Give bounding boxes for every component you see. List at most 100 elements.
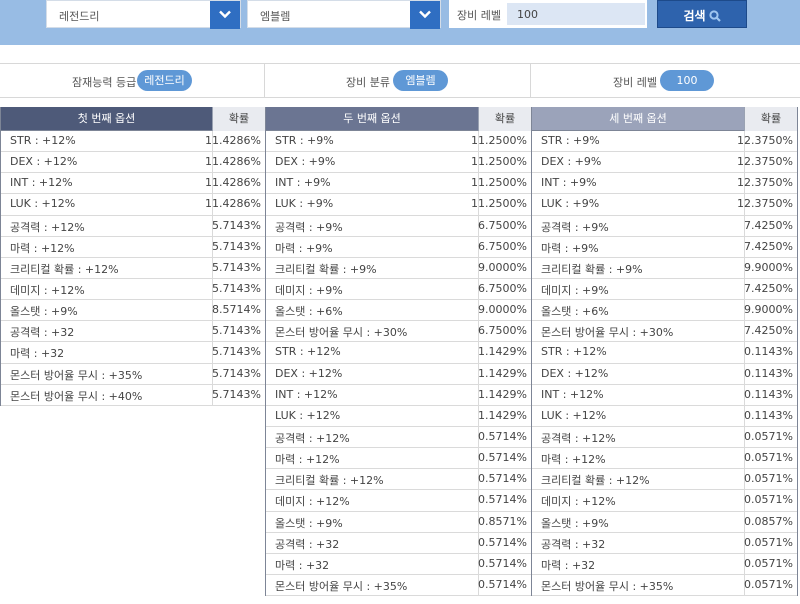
table-row: LUK : +9% 11.2500% bbox=[266, 194, 531, 216]
option-cell: STR : +12% bbox=[541, 345, 607, 359]
probability-cell: 1.1429% bbox=[478, 408, 527, 422]
option-cell: STR : +9% bbox=[541, 134, 600, 147]
probability-cell: 11.4286% bbox=[205, 134, 261, 147]
option-cell: INT : +12% bbox=[275, 387, 338, 401]
table-row: 마력 : +32 0.0571% bbox=[532, 553, 797, 575]
probability-cell: 0.5714% bbox=[478, 451, 527, 465]
option-cell: 크리티컬 확률 : +12% bbox=[541, 474, 650, 488]
probability-cell: 0.0571% bbox=[744, 577, 793, 591]
table-row: 몬스터 방어율 무시 : +40% 5.7143% bbox=[1, 384, 265, 406]
table-row: 크리티컬 확률 : +9% 9.9000% bbox=[532, 257, 797, 279]
table-row: 몬스터 방어율 무시 : +30% 7.4250% bbox=[532, 321, 797, 343]
probability-cell: 0.1143% bbox=[744, 345, 793, 359]
table-row: INT : +12% 11.4286% bbox=[1, 173, 265, 195]
option-cell: 공격력 : +12% bbox=[541, 431, 616, 445]
table-row: DEX : +12% 0.1143% bbox=[532, 363, 797, 385]
table-row: LUK : +12% 11.4286% bbox=[1, 194, 265, 216]
probability-cell: 0.1143% bbox=[744, 387, 793, 401]
table-row: 마력 : +12% 0.5714% bbox=[266, 448, 531, 470]
table-header: 세 번째 옵션 확률 bbox=[532, 107, 797, 131]
summary-level-label: 장비 레벨 bbox=[613, 76, 657, 89]
summary-grade: 잠재능력 등급 레전드리 bbox=[0, 64, 265, 97]
table-row: 데미지 : +9% 6.7500% bbox=[266, 278, 531, 301]
option-cell: 크리티컬 확률 : +9% bbox=[541, 262, 643, 276]
option-cell: 데미지 : +12% bbox=[275, 495, 350, 509]
probability-cell: 5.7143% bbox=[212, 281, 261, 295]
option-cell: 공격력 : +9% bbox=[275, 220, 343, 234]
probability-cell: 0.5714% bbox=[478, 472, 527, 486]
option-cell: 몬스터 방어율 무시 : +30% bbox=[541, 326, 674, 340]
first-option-table: 첫 번째 옵션 확률 STR : +12% 11.4286% DEX : +12% 11.… bbox=[0, 107, 266, 406]
table-row: 데미지 : +12% 5.7143% bbox=[1, 278, 265, 301]
option-cell: 마력 : +12% bbox=[541, 453, 606, 467]
table-row: 크리티컬 확률 : +12% 5.7143% bbox=[1, 257, 265, 279]
option-cell: 데미지 : +9% bbox=[541, 283, 609, 297]
probability-cell: 11.2500% bbox=[471, 134, 527, 147]
grade-select-value: 레전드리 bbox=[59, 10, 100, 23]
probability-cell: 5.7143% bbox=[212, 324, 261, 338]
option-cell: 마력 : +12% bbox=[275, 453, 340, 467]
probability-cell: 0.5714% bbox=[478, 535, 527, 549]
option-cell: LUK : +9% bbox=[541, 197, 600, 211]
option-cell: 데미지 : +12% bbox=[10, 283, 85, 297]
probability-column-header: 확률 bbox=[744, 107, 797, 131]
probability-cell: 5.7143% bbox=[212, 345, 261, 359]
table-row: 몬스터 방어율 무시 : +35% 0.0571% bbox=[532, 574, 797, 597]
table-row: 올스탯 : +9% 8.5714% bbox=[1, 300, 265, 322]
option-cell: LUK : +12% bbox=[541, 408, 607, 422]
option-cell: INT : +12% bbox=[10, 176, 73, 190]
option-cell: 마력 : +32 bbox=[541, 558, 596, 572]
summary-category-label: 장비 분류 bbox=[346, 76, 390, 89]
table-row: 공격력 : +32 0.5714% bbox=[266, 532, 531, 554]
option-column-header: 첫 번째 옵션 bbox=[77, 112, 136, 125]
option-column-header: 두 번째 옵션 bbox=[343, 112, 401, 125]
table-row: DEX : +9% 11.2500% bbox=[266, 152, 531, 174]
level-input[interactable] bbox=[507, 3, 645, 25]
chevron-down-icon[interactable] bbox=[210, 1, 240, 29]
table-row: 올스탯 : +6% 9.0000% bbox=[266, 300, 531, 322]
table-row: 공격력 : +32 5.7143% bbox=[1, 321, 265, 343]
probability-cell: 5.7143% bbox=[212, 218, 261, 232]
grade-select[interactable]: 레전드리 bbox=[46, 0, 241, 29]
third-option-table: 세 번째 옵션 확률 STR : +9% 12.3750% DEX : +9% 12.37… bbox=[531, 107, 798, 597]
table-row: 공격력 : +9% 6.7500% bbox=[266, 215, 531, 237]
table-row: 공격력 : +12% 0.5714% bbox=[266, 426, 531, 449]
option-cell: 마력 : +12% bbox=[10, 241, 75, 255]
search-button[interactable]: 검색 bbox=[657, 0, 747, 28]
summary-grade-badge: 레전드리 bbox=[137, 70, 192, 91]
category-select[interactable]: 엠블렘 bbox=[247, 0, 441, 29]
option-cell: LUK : +12% bbox=[10, 197, 76, 211]
table-row: 공격력 : +12% 5.7143% bbox=[1, 215, 265, 237]
option-cell: STR : +12% bbox=[10, 134, 76, 147]
summary-level-badge: 100 bbox=[660, 70, 714, 91]
option-cell: 공격력 : +12% bbox=[275, 431, 350, 445]
option-column-header: 세 번째 옵션 bbox=[609, 112, 667, 125]
option-cell: 마력 : +9% bbox=[541, 241, 599, 255]
option-cell: 올스탯 : +9% bbox=[541, 516, 609, 530]
probability-cell: 0.5714% bbox=[478, 577, 527, 591]
option-cell: 공격력 : +32 bbox=[10, 326, 75, 340]
probability-cell: 11.2500% bbox=[471, 197, 527, 211]
probability-cell: 6.7500% bbox=[478, 218, 527, 232]
chevron-down-icon[interactable] bbox=[410, 1, 440, 29]
option-cell: INT : +12% bbox=[541, 387, 604, 401]
option-cell: DEX : +12% bbox=[10, 155, 78, 169]
level-field: 장비 레벨 bbox=[449, 0, 647, 28]
category-select-value: 엠블렘 bbox=[260, 10, 291, 23]
probability-cell: 7.4250% bbox=[744, 239, 793, 253]
option-cell: 공격력 : +9% bbox=[541, 220, 609, 234]
probability-cell: 12.3750% bbox=[737, 176, 793, 190]
probability-cell: 5.7143% bbox=[212, 366, 261, 380]
table-row: 올스탯 : +6% 9.9000% bbox=[532, 300, 797, 322]
probability-cell: 0.0571% bbox=[744, 451, 793, 465]
option-cell: INT : +9% bbox=[275, 176, 331, 190]
probability-cell: 0.0571% bbox=[744, 472, 793, 486]
option-cell: 몬스터 방어율 무시 : +40% bbox=[10, 389, 143, 403]
probability-cell: 11.4286% bbox=[205, 197, 261, 211]
table-row: STR : +12% 1.1429% bbox=[266, 342, 531, 364]
probability-cell: 11.2500% bbox=[471, 155, 527, 169]
table-row: INT : +12% 1.1429% bbox=[266, 384, 531, 406]
probability-cell: 7.4250% bbox=[744, 281, 793, 295]
probability-cell: 9.9000% bbox=[744, 303, 793, 317]
table-row: 마력 : +32 5.7143% bbox=[1, 342, 265, 364]
